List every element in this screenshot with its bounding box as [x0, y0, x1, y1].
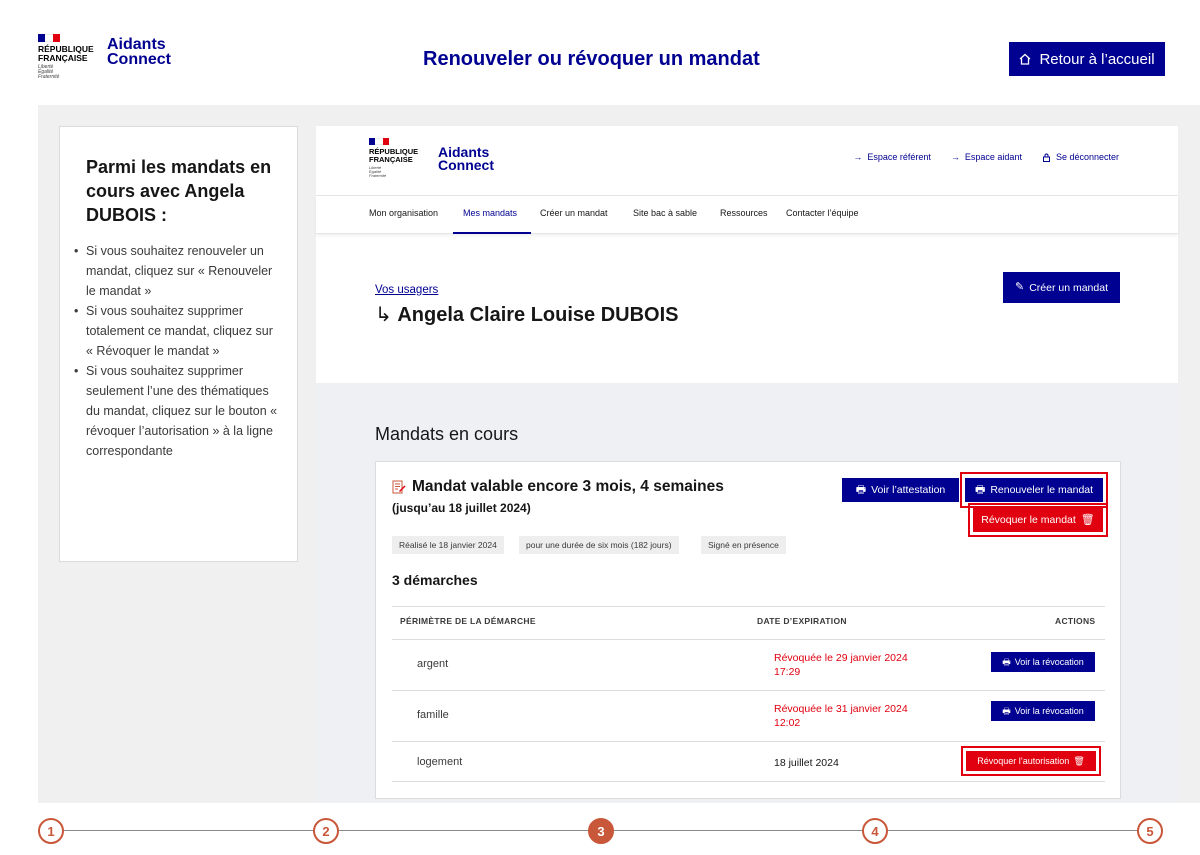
date-cell: Révoquée le 31 janvier 2024 12:02 [774, 703, 908, 729]
view-revocation-button[interactable]: 🖶 Voir la révocation [991, 652, 1095, 672]
view-revocation-button[interactable]: 🖶 Voir la révocation [991, 701, 1095, 721]
link-espace-aidant[interactable]: → Espace aidant [951, 152, 1022, 162]
republique-francaise-logo-small: RÉPUBLIQUE FRANÇAISE Liberté Égalité Frate… [369, 138, 418, 178]
return-arrow-icon: ↳ [375, 304, 398, 326]
mandate-end-date: (jusqu’au 18 juillet 2024) [392, 501, 531, 515]
revoke-mandate-button[interactable]: Révoquer le mandat 🗑 [973, 508, 1103, 532]
aidants-connect-logo: Aidants Connect [107, 36, 171, 69]
republique-francaise-logo: RÉPUBLIQUE FRANÇAISE Liberté Égalité Frate… [38, 34, 94, 81]
motto: Liberté Égalité Fraternité [38, 63, 60, 81]
view-attestation-button[interactable]: 🖶 Voir l’attestation [842, 478, 959, 502]
scope-cell: argent [417, 658, 449, 670]
app-menu: Mon organisation Mes mandats Créer un ma… [316, 196, 1178, 234]
trash-icon: 🗑 [1073, 755, 1085, 766]
page-title: Renouveler ou révoquer un mandat [423, 48, 760, 70]
instructions-panel: Parmi les mandats en cours avec Angela D… [59, 126, 298, 562]
scope-cell: famille [417, 709, 449, 721]
lock-icon [1042, 153, 1050, 162]
table-row: logement 18 juillet 2024 Révoquer l’auto… [392, 741, 1105, 782]
demarches-title: 3 démarches [392, 572, 478, 588]
column-scope: PÉRIMÈTRE DE LA DÉMARCHE [400, 616, 536, 626]
flag-icon [369, 138, 389, 145]
document-pencil-icon [392, 480, 406, 494]
instruction-item: Si vous souhaitez supprimer totalement c… [74, 301, 279, 361]
tag-created: Réalisé le 18 janvier 2024 [392, 536, 504, 554]
print-icon: 🖶 [974, 483, 986, 496]
create-mandate-button[interactable]: ✎ Créer un mandat [1003, 272, 1120, 303]
aidants-connect-logo-small: Aidants Connect [438, 144, 494, 174]
breadcrumb-vos-usagers[interactable]: Vos usagers [375, 284, 438, 296]
instructions-title: Parmi les mandats en cours avec Angela D… [86, 157, 272, 225]
home-icon [1020, 53, 1031, 65]
trash-icon: 🗑 [1080, 513, 1095, 526]
link-espace-referent[interactable]: → Espace référent [853, 152, 931, 162]
arrow-right-icon: → [950, 151, 960, 162]
date-cell: Révoquée le 29 janvier 2024 17:29 [774, 652, 908, 678]
date-cell: 18 juillet 2024 [774, 757, 839, 769]
top-links: → Espace référent → Espace aidant Se décon… [853, 152, 1119, 162]
instruction-item: Si vous souhaitez renouveler un mandat, … [74, 241, 279, 301]
instructions-list: Si vous souhaitez renouveler un mandat, … [74, 241, 279, 461]
column-actions: ACTIONS [1055, 616, 1096, 626]
menu-contacter-equipe[interactable]: Contacter l’équipe [786, 208, 859, 218]
table-row: famille Révoquée le 31 janvier 2024 12:02… [392, 690, 1105, 729]
print-icon: 🖶 [1002, 656, 1011, 667]
revoke-authorization-button[interactable]: Révoquer l’autorisation 🗑 [966, 751, 1096, 771]
flag-icon [38, 34, 60, 42]
app-header: RÉPUBLIQUE FRANÇAISE Liberté Égalité Frate… [316, 126, 1178, 196]
column-expiration: DATE D’EXPIRATION [757, 616, 847, 626]
step-2[interactable]: 2 [313, 818, 339, 844]
tag-duration: pour une durée de six mois (182 jours) [519, 536, 679, 554]
arrow-right-icon: → [853, 151, 863, 162]
app-screenshot: RÉPUBLIQUE FRANÇAISE Liberté Égalité Frate… [316, 126, 1178, 803]
section-title: Mandats en cours [375, 424, 519, 444]
demarches-table [392, 606, 1105, 607]
menu-mes-mandats[interactable]: Mes mandats [463, 208, 517, 218]
step-1[interactable]: 1 [38, 818, 64, 844]
top-header: RÉPUBLIQUE FRANÇAISE Liberté Égalité Frate… [0, 0, 1200, 105]
scope-cell: logement [417, 756, 463, 768]
step-3[interactable]: 3 [588, 818, 614, 844]
step-indicator: 1 2 3 4 5 [0, 815, 1200, 855]
mandate-card: Mandat valable encore 3 mois, 4 semaines… [375, 461, 1121, 799]
menu-ressources[interactable]: Ressources [720, 208, 768, 218]
pencil-icon: ✎ [1014, 281, 1025, 293]
user-name: ↳ Angela Claire Louise DUBOIS [375, 304, 679, 326]
link-logout[interactable]: Se déconnecter [1042, 152, 1119, 162]
instruction-item: Si vous souhaitez supprimer seulement l’… [74, 361, 279, 461]
table-row: argent Révoquée le 29 janvier 2024 17:29 … [392, 639, 1105, 678]
renew-mandate-button[interactable]: 🖶 Renouveler le mandat [965, 478, 1103, 502]
menu-creer-mandat[interactable]: Créer un mandat [540, 208, 608, 218]
active-menu-underline [453, 232, 531, 234]
menu-mon-organisation[interactable]: Mon organisation [369, 208, 438, 218]
tag-signed: Signé en présence [701, 536, 786, 554]
home-button[interactable]: Retour à l’accueil [1009, 42, 1165, 76]
step-4[interactable]: 4 [862, 818, 888, 844]
print-icon: 🖶 [855, 483, 867, 496]
menu-site-bac-a-sable[interactable]: Site bac à sable [633, 208, 697, 218]
print-icon: 🖶 [1002, 705, 1011, 716]
step-5[interactable]: 5 [1137, 818, 1163, 844]
mandate-title: Mandat valable encore 3 mois, 4 semaines [392, 478, 724, 496]
